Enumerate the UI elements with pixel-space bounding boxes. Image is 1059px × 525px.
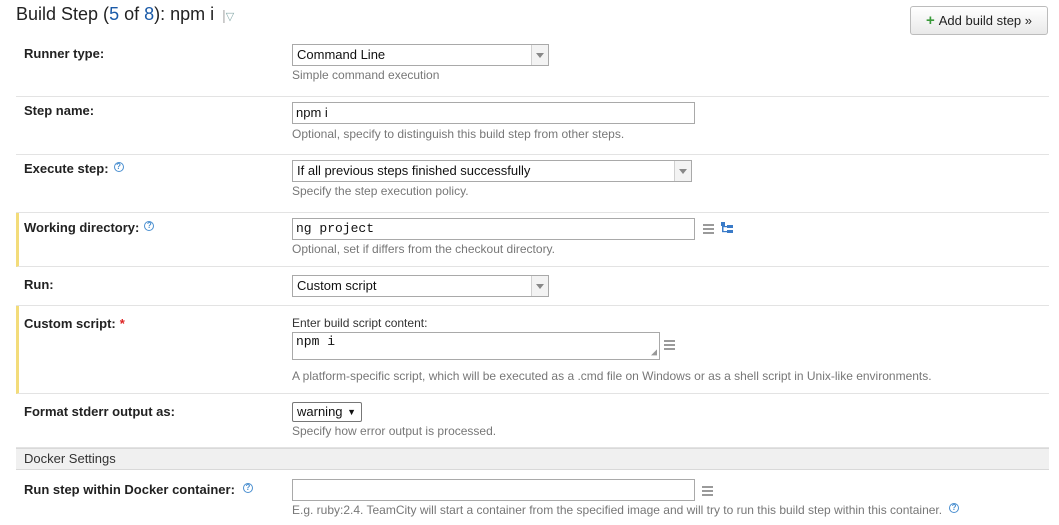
text-editor-icon[interactable]	[702, 486, 713, 496]
step-menu-chevron-icon[interactable]: ▽	[226, 11, 234, 23]
required-mark: *	[119, 316, 125, 331]
execute-step-label-wrap: Execute step:?	[24, 161, 124, 176]
custom-script-row: Custom script: * Enter build script conte…	[16, 306, 1049, 394]
text-editor-icon[interactable]	[703, 224, 714, 234]
format-stderr-value: warning	[297, 404, 343, 419]
run-select[interactable]: Custom script	[292, 275, 549, 297]
add-build-step-label: Add build step »	[938, 13, 1032, 28]
custom-script-hint: A platform-specific script, which will b…	[292, 369, 932, 383]
step-current-link[interactable]: 5	[109, 4, 119, 24]
docker-container-hint-wrap: E.g. ruby:2.4. TeamCity will start a con…	[292, 503, 960, 517]
text-editor-icon[interactable]	[664, 340, 675, 350]
docker-container-hint: E.g. ruby:2.4. TeamCity will start a con…	[292, 503, 943, 517]
format-stderr-hint: Specify how error output is processed.	[292, 424, 497, 438]
chevron-down-icon	[531, 276, 548, 296]
build-step-header: Build Step (5 of 8): npm i |▽ + Add build …	[0, 0, 1059, 38]
format-stderr-label: Format stderr output as:	[24, 404, 175, 419]
title-prefix: Build Step (	[16, 4, 110, 24]
step-total-link[interactable]: 8	[144, 4, 154, 24]
working-directory-value: ng project	[296, 221, 375, 236]
docker-container-label: Run step within Docker container:	[24, 482, 235, 497]
page-title: Build Step (5 of 8): npm i |▽	[16, 4, 234, 25]
plus-icon: +	[926, 12, 935, 29]
run-row: Run: Custom script	[16, 267, 1049, 306]
help-circle-icon[interactable]: ?	[242, 483, 253, 493]
docker-container-row: Run step within Docker container:? E.g. …	[16, 470, 1049, 525]
custom-script-label: Custom script:	[24, 316, 116, 331]
help-circle-icon[interactable]: ?	[949, 503, 960, 513]
working-directory-hint: Optional, set if differs from the checko…	[292, 242, 556, 256]
runner-type-hint: Simple command execution	[292, 68, 440, 82]
runner-type-label: Runner type:	[24, 46, 105, 61]
run-value: Custom script	[297, 278, 377, 293]
chevron-down-icon: ▼	[347, 407, 356, 417]
chevron-down-icon	[531, 45, 548, 65]
custom-script-label-wrap: Custom script: *	[24, 316, 125, 331]
format-stderr-select[interactable]: warning ▼	[292, 402, 362, 422]
custom-script-textarea[interactable]: npm i ◢	[292, 332, 660, 360]
step-name-value: npm i	[296, 105, 328, 120]
execute-step-row: Execute step:? If all previous steps fin…	[16, 155, 1049, 213]
working-directory-label-wrap: Working directory:?	[24, 220, 155, 235]
help-circle-icon[interactable]: ?	[144, 221, 155, 231]
docker-settings-section: Docker Settings	[16, 448, 1049, 470]
execute-step-select[interactable]: If all previous steps finished successfu…	[292, 160, 692, 182]
directory-tree-icon[interactable]	[721, 222, 734, 235]
run-label: Run:	[24, 277, 54, 292]
execute-step-label: Execute step:	[24, 161, 109, 176]
step-name-row: Step name: npm i Optional, specify to di…	[16, 97, 1049, 155]
title-of: of	[119, 4, 145, 24]
step-name-hint: Optional, specify to distinguish this bu…	[292, 127, 625, 141]
execute-step-hint: Specify the step execution policy.	[292, 184, 469, 198]
help-circle-icon[interactable]: ?	[113, 162, 124, 172]
title-suffix: ): npm i	[154, 4, 215, 24]
working-directory-label: Working directory:	[24, 220, 140, 235]
chevron-down-icon	[674, 161, 691, 181]
working-directory-input[interactable]: ng project	[292, 218, 695, 240]
working-directory-row: Working directory:? ng project Optional,…	[16, 213, 1049, 267]
execute-step-value: If all previous steps finished successfu…	[297, 163, 531, 178]
add-build-step-button[interactable]: + Add build step »	[910, 6, 1048, 35]
runner-type-select[interactable]: Command Line	[292, 44, 549, 66]
step-name-label: Step name:	[24, 103, 95, 118]
docker-settings-title: Docker Settings	[24, 451, 116, 466]
custom-script-caption: Enter build script content:	[292, 316, 428, 330]
custom-script-value: npm i	[296, 334, 336, 349]
runner-type-value: Command Line	[297, 47, 386, 62]
docker-container-label-wrap: Run step within Docker container:?	[24, 482, 253, 497]
step-name-input[interactable]: npm i	[292, 102, 695, 124]
resize-handle-icon[interactable]: ◢	[651, 349, 657, 359]
format-stderr-row: Format stderr output as: warning ▼ Speci…	[16, 394, 1049, 448]
docker-container-input[interactable]	[292, 479, 695, 501]
runner-type-row: Runner type: Command Line Simple command…	[16, 38, 1049, 97]
